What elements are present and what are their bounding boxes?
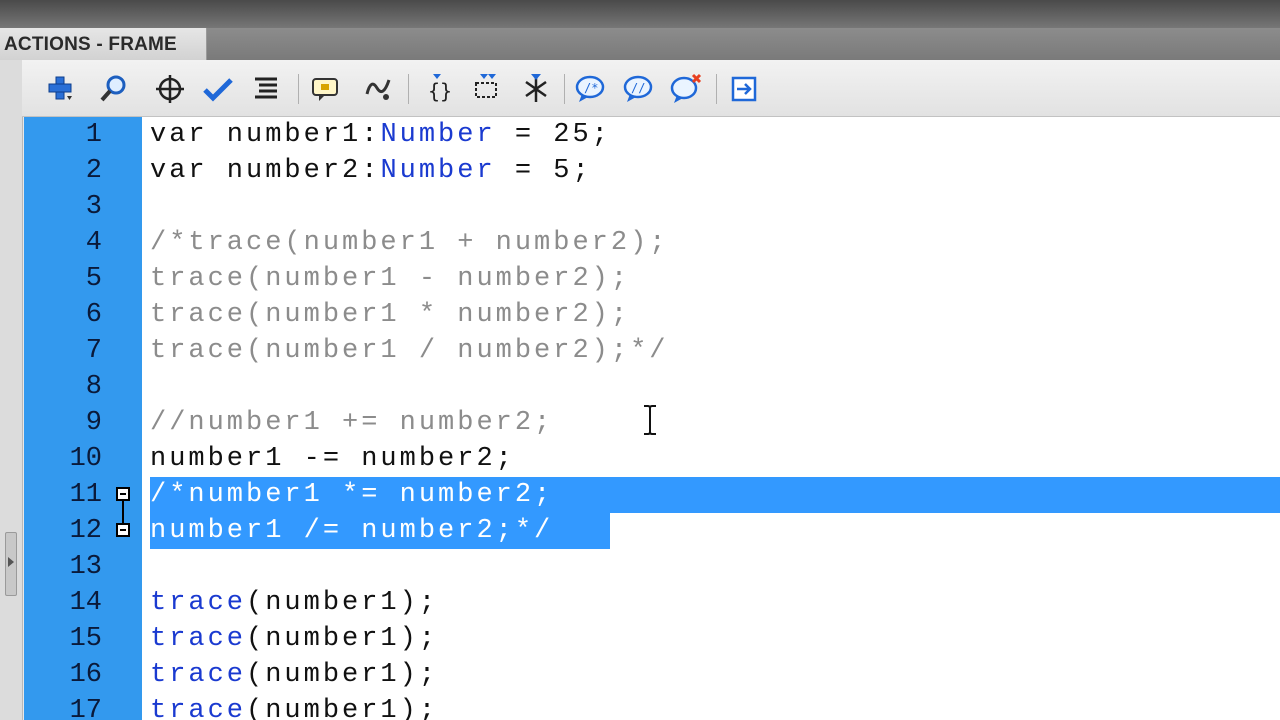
code-text[interactable]: var number2:Number = 5; — [150, 153, 592, 189]
auto-format-icon[interactable] — [246, 70, 286, 108]
code-line: 2 var number2:Number = 5; — [24, 153, 1280, 189]
fold-guide — [122, 513, 124, 523]
line-number: 11 — [69, 480, 102, 510]
code-text[interactable]: number1 /= number2;*/ — [150, 513, 553, 549]
debug-options-icon[interactable] — [358, 70, 398, 108]
script-editor[interactable]: 1 var number1:Number = 25; 2 var number2… — [24, 117, 1280, 720]
panel-tab-strip — [207, 28, 1280, 60]
show-code-hint-icon[interactable] — [306, 70, 346, 108]
code-text[interactable]: /*trace(number1 + number2); — [150, 225, 668, 261]
line-number: 4 — [85, 228, 102, 258]
code-text[interactable]: number1 -= number2; — [150, 441, 515, 477]
svg-text:/*: /* — [584, 81, 598, 95]
code-line: 15 trace(number1); — [24, 621, 1280, 657]
apply-block-comment-icon[interactable]: /* — [570, 70, 610, 108]
collapse-selection-icon[interactable] — [466, 70, 506, 108]
fold-guide — [122, 501, 124, 513]
code-line-selected: 11 /*number1 *= number2; — [24, 477, 1280, 513]
show-hide-toolbox-icon[interactable] — [724, 70, 764, 108]
code-line: 7 trace(number1 / number2);*/ — [24, 333, 1280, 369]
line-number: 3 — [85, 192, 102, 222]
line-number: 7 — [85, 336, 102, 366]
line-number: 13 — [69, 552, 102, 582]
left-rail — [0, 60, 23, 720]
line-number: 14 — [69, 588, 102, 618]
actions-panel: {} /* // 1 var number1:Number = 25; 2 va… — [0, 60, 1280, 720]
apply-line-comment-icon[interactable]: // — [618, 70, 658, 108]
toolbar-separator — [716, 74, 717, 104]
line-number: 2 — [85, 156, 102, 186]
code-line: 6 trace(number1 * number2); — [24, 297, 1280, 333]
code-line: 13 — [24, 549, 1280, 585]
line-number: 16 — [69, 660, 102, 690]
svg-text://: // — [631, 81, 645, 95]
code-line: 5 trace(number1 - number2); — [24, 261, 1280, 297]
code-line: 1 var number1:Number = 25; — [24, 117, 1280, 153]
expand-all-icon[interactable] — [516, 70, 556, 108]
insert-target-path-icon[interactable] — [150, 70, 190, 108]
text-cursor-icon — [644, 405, 656, 435]
find-icon[interactable] — [94, 70, 134, 108]
svg-text:{}: {} — [428, 79, 452, 103]
check-syntax-icon[interactable] — [198, 70, 238, 108]
window-top-bar — [0, 0, 1280, 30]
add-statement-icon[interactable] — [40, 70, 80, 108]
line-number: 5 — [85, 264, 102, 294]
code-text[interactable]: trace(number1); — [150, 657, 438, 693]
code-text[interactable]: var number1:Number = 25; — [150, 117, 611, 153]
code-text[interactable]: trace(number1 * number2); — [150, 297, 630, 333]
code-line: 4 /*trace(number1 + number2); — [24, 225, 1280, 261]
code-text[interactable]: trace(number1); — [150, 621, 438, 657]
toolbar-separator — [298, 74, 299, 104]
line-number: 12 — [69, 516, 102, 546]
code-line-selected: 12 number1 /= number2;*/ — [24, 513, 1280, 549]
code-text[interactable]: trace(number1); — [150, 693, 438, 720]
actions-toolbar: {} /* // — [22, 60, 1280, 117]
code-line: 16 trace(number1); — [24, 657, 1280, 693]
line-number: 1 — [85, 120, 102, 150]
toolbox-collapse-handle[interactable] — [5, 532, 17, 596]
code-line: 3 — [24, 189, 1280, 225]
code-line: 8 — [24, 369, 1280, 405]
code-line: 17 trace(number1); — [24, 693, 1280, 720]
collapse-toggle-icon[interactable] — [116, 487, 130, 501]
collapse-toggle-icon[interactable] — [116, 523, 130, 537]
collapse-between-braces-icon[interactable]: {} — [418, 70, 458, 108]
panel-tab-actions-frame[interactable]: ACTIONS - FRAME — [0, 28, 207, 60]
line-number: 6 — [85, 300, 102, 330]
code-line: 10 number1 -= number2; — [24, 441, 1280, 477]
line-number: 17 — [69, 696, 102, 720]
code-line: 14 trace(number1); — [24, 585, 1280, 621]
line-number: 8 — [85, 372, 102, 402]
code-text[interactable]: trace(number1 - number2); — [150, 261, 630, 297]
code-text[interactable]: trace(number1); — [150, 585, 438, 621]
code-text[interactable]: /*number1 *= number2; — [150, 477, 553, 513]
panel-title: ACTIONS - FRAME — [4, 34, 177, 55]
line-number: 9 — [85, 408, 102, 438]
toolbar-separator — [564, 74, 565, 104]
remove-comment-icon[interactable] — [666, 70, 706, 108]
code-text[interactable]: trace(number1 / number2);*/ — [150, 333, 668, 369]
toolbar-separator — [408, 74, 409, 104]
line-number: 10 — [69, 444, 102, 474]
line-number: 15 — [69, 624, 102, 654]
code-text[interactable]: //number1 += number2; — [150, 405, 553, 441]
